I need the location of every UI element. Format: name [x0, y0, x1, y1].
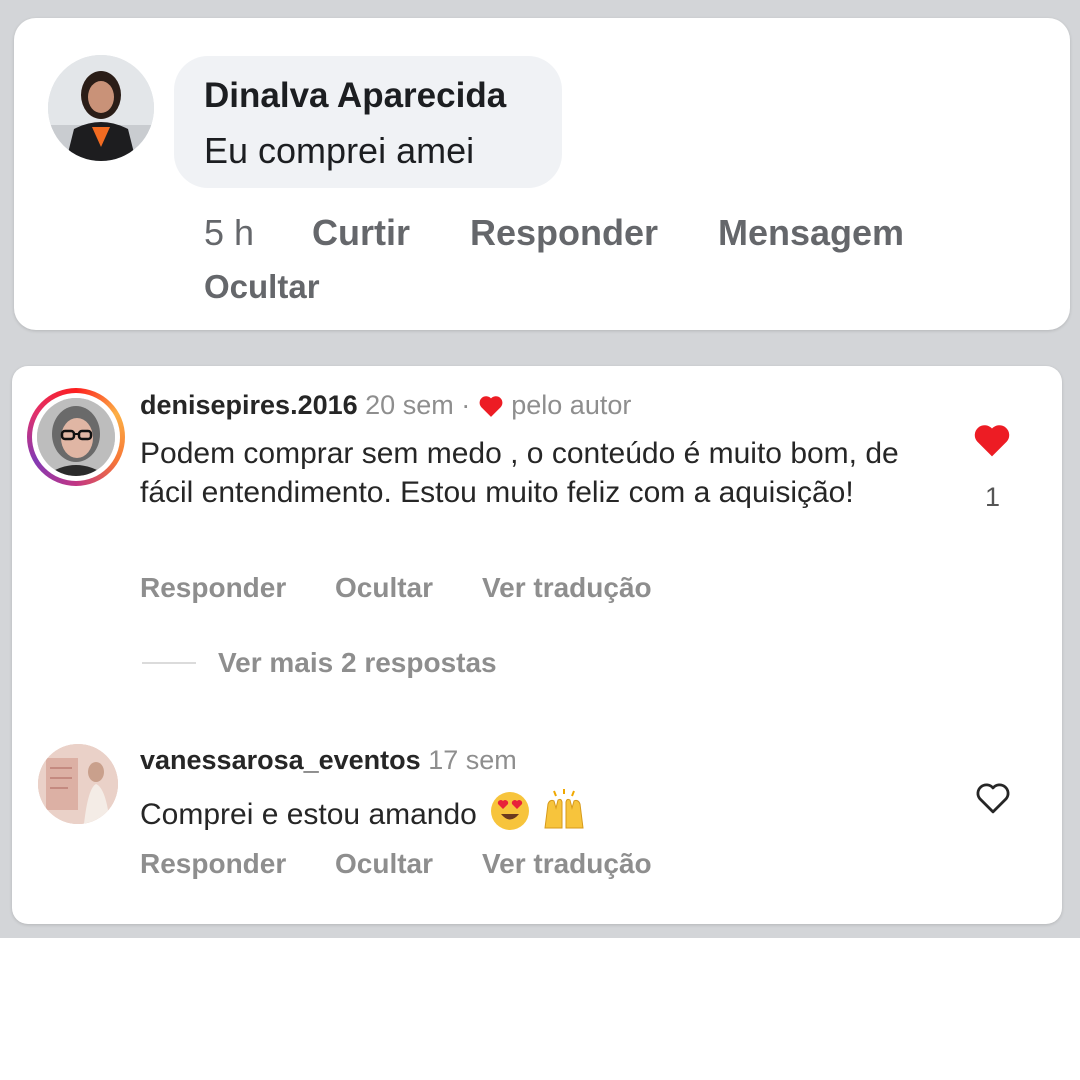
avatar[interactable]: [38, 744, 118, 824]
username[interactable]: vanessarosa_eventos: [140, 745, 421, 775]
heart-icon: [479, 396, 503, 417]
hide-button[interactable]: Ocultar: [335, 572, 433, 604]
avatar-photo: [38, 744, 118, 824]
like-button[interactable]: Curtir: [312, 212, 410, 254]
comment-meta: denisepires.2016 20 sem · pelo autor: [140, 390, 631, 421]
facebook-comment-card: Dinalva Aparecida Eu comprei amei 5 h Cu…: [14, 18, 1070, 330]
reply-button[interactable]: Responder: [470, 212, 658, 254]
hide-button[interactable]: Ocultar: [335, 848, 433, 880]
reply-button[interactable]: Responder: [140, 572, 286, 604]
username[interactable]: denisepires.2016: [140, 390, 358, 420]
comment-time[interactable]: 5 h: [204, 212, 254, 254]
hide-button[interactable]: Ocultar: [204, 268, 320, 306]
see-translation-button[interactable]: Ver tradução: [482, 848, 652, 880]
heart-eyes-emoji-icon: [491, 792, 530, 830]
comment-author[interactable]: Dinalva Aparecida: [204, 76, 506, 116]
comment-time[interactable]: 20 sem: [365, 390, 454, 420]
story-ring[interactable]: [27, 388, 125, 486]
separator: ·: [461, 390, 471, 420]
view-more-replies-button[interactable]: Ver mais 2 respostas: [218, 647, 497, 679]
comment-bubble: Dinalva Aparecida Eu comprei amei: [174, 56, 562, 188]
heart-icon[interactable]: [972, 422, 1012, 458]
see-translation-button[interactable]: Ver tradução: [482, 572, 652, 604]
comment-text: Eu comprei amei: [204, 130, 475, 171]
comment-meta: vanessarosa_eventos 17 sem: [140, 745, 517, 776]
avatar-photo: [48, 55, 154, 161]
avatar-photo: [37, 398, 115, 476]
like-count[interactable]: 1: [985, 482, 1000, 513]
comment-text: Podem comprar sem medo , o conteúdo é mu…: [140, 437, 899, 509]
comment-text: Comprei e estou amando: [140, 788, 586, 834]
comment-text-content: Comprei e estou amando: [140, 798, 477, 831]
replies-divider: [142, 662, 196, 664]
message-button[interactable]: Mensagem: [718, 212, 904, 254]
avatar[interactable]: [37, 398, 115, 476]
reply-button[interactable]: Responder: [140, 848, 286, 880]
avatar[interactable]: [48, 55, 154, 161]
heart-outline-icon[interactable]: [974, 781, 1012, 815]
instagram-comments-card: denisepires.2016 20 sem · pelo autor Pod…: [12, 366, 1062, 924]
raising-hands-emoji-icon: [542, 788, 586, 830]
liked-by-author-label: pelo autor: [511, 390, 632, 420]
comment-time[interactable]: 17 sem: [428, 745, 517, 775]
